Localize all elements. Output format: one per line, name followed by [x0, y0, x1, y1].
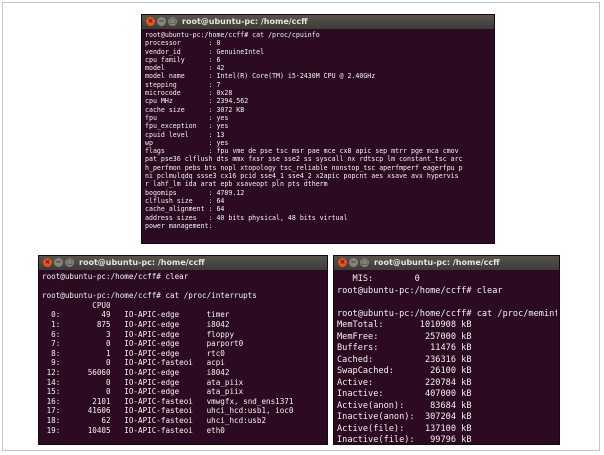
title-bar[interactable]: × − □ root@ubuntu-pc: /home/ccff [39, 256, 327, 270]
terminal-output[interactable]: root@ubuntu-pc:/home/ccff# clear root@ub… [42, 272, 325, 444]
terminal-line: bogomips : 4789.12 [145, 188, 245, 197]
window-title: root@ubuntu-pc: /home/ccff [79, 258, 205, 267]
terminal-line: 1: 875 IO-APIC-edge i8042 [42, 319, 230, 329]
terminal-line: 19: 10405 IO-APIC-fasteoi eth0 [42, 425, 225, 435]
terminal-line: Active: 220784 kB [337, 377, 472, 388]
title-bar[interactable]: × − □ root@ubuntu-pc: /home/ccff [334, 256, 559, 270]
terminal-line: root@ubuntu-pc:/home/ccff# cat /proc/cpu… [145, 31, 320, 39]
terminal-output[interactable]: root@ubuntu-pc:/home/ccff# cat /proc/cpu… [145, 31, 492, 243]
window-title: root@ubuntu-pc: /home/ccff [182, 17, 308, 26]
close-icon[interactable]: × [43, 258, 52, 267]
terminal-window-meminfo[interactable]: × − □ root@ubuntu-pc: /home/ccff MIS: 0 roo… [333, 255, 560, 445]
terminal-line: 8: 1 IO-APIC-edge rtc0 [42, 348, 225, 358]
terminal-line: 12: 56060 IO-APIC-edge i8042 [42, 367, 230, 377]
terminal-line: pat pse36 clflush dts mmx fxsr sse sse2 … [145, 155, 463, 164]
terminal-line: Active(file): 137100 kB [337, 423, 472, 434]
terminal-line: Buffers: 11476 kB [337, 343, 472, 353]
terminal-line: MemFree: 257000 kB [337, 331, 472, 342]
terminal-line: h_perfmon pebs bts nopl xtopology tsc_re… [145, 163, 463, 172]
terminal-line: MemTotal: 1010908 kB [337, 320, 472, 330]
terminal-line: fpu_exception : yes [145, 122, 229, 131]
terminal-line: SwapCached: 26100 kB [337, 366, 472, 376]
terminal-line: power management: [145, 221, 213, 230]
terminal-line: 14: 0 IO-APIC-edge ata_piix [42, 377, 244, 387]
terminal-line: Inactive(file): 99796 kB [337, 435, 472, 444]
terminal-line: Cached: 236316 kB [337, 354, 472, 365]
title-bar[interactable]: × − □ root@ubuntu-pc: /home/ccff [142, 15, 494, 29]
terminal-line: ni pclmulqdq ssse3 cx16 pcid sse4_1 sse4… [145, 172, 459, 181]
terminal-line: Active(anon): 83684 kB [337, 400, 472, 411]
terminal-line: cache_alignment : 64 [145, 205, 225, 214]
terminal-line: 16: 2101 IO-APIC-fasteoi vmwgfx, snd_ens… [42, 396, 294, 406]
maximize-icon[interactable]: □ [65, 258, 74, 267]
window-controls: × − □ [43, 258, 76, 268]
terminal-line: 9: 0 IO-APIC-fasteoi acpi [42, 358, 225, 368]
terminal-line: cpuid level : 13 [145, 130, 225, 139]
terminal-line: 17: 41606 IO-APIC-fasteoi uhci_hcd:usb1,… [42, 406, 294, 416]
terminal-line: 6: 3 IO-APIC-edge floppy [42, 329, 235, 339]
terminal-line: model name : Intel(R) Core(TM) i5-2430M … [145, 72, 376, 81]
terminal-line: CPU0 [42, 300, 111, 310]
terminal-line: microcode : 0x28 [145, 89, 233, 98]
terminal-line: flags : fpu vme de pse tsc msr pae mce c… [145, 147, 459, 156]
window-controls: × − □ [338, 258, 371, 268]
terminal-line: 15: 0 IO-APIC-edge ata_piix [42, 387, 244, 397]
terminal-line: root@ubuntu-pc:/home/ccff# clear [337, 285, 503, 296]
minimize-icon[interactable]: − [349, 258, 358, 267]
terminal-line: 0: 49 IO-APIC-edge timer [42, 310, 230, 320]
terminal-window-interrupts[interactable]: × − □ root@ubuntu-pc: /home/ccff root@ubun… [38, 255, 328, 445]
window-controls: × − □ [146, 17, 179, 27]
terminal-line: r lahf_lm ida arat epb xsaveopt pln pts … [145, 180, 328, 189]
minimize-icon[interactable]: − [54, 258, 63, 267]
terminal-line: address sizes : 40 bits physical, 48 bit… [145, 213, 348, 222]
terminal-line: fpu : yes [145, 113, 229, 122]
terminal-window-cpuinfo[interactable]: × − □ root@ubuntu-pc: /home/ccff root@ubun… [141, 14, 495, 244]
terminal-line: wp : yes [145, 138, 229, 147]
terminal-line: cpu family : 6 [145, 55, 221, 64]
maximize-icon[interactable]: □ [168, 17, 177, 26]
close-icon[interactable]: × [338, 258, 347, 267]
terminal-line: processor : 0 [145, 39, 221, 48]
window-title: root@ubuntu-pc: /home/ccff [374, 258, 500, 267]
terminal-line: stepping : 7 [145, 80, 221, 89]
terminal-line: vendor_id : GenuineIntel [145, 47, 265, 56]
terminal-output[interactable]: MIS: 0 root@ubuntu-pc:/home/ccff# clear r… [337, 274, 557, 444]
maximize-icon[interactable]: □ [360, 258, 369, 267]
terminal-line: root@ubuntu-pc:/home/ccff# cat /proc/mem… [337, 308, 557, 319]
terminal-line: clflush size : 64 [145, 196, 225, 205]
terminal-line: cache size : 3072 KB [145, 105, 245, 114]
terminal-line: 7: 0 IO-APIC-edge parport0 [42, 339, 244, 349]
terminal-line: root@ubuntu-pc:/home/ccff# clear [42, 272, 189, 281]
terminal-line: root@ubuntu-pc:/home/ccff# cat /proc/int… [42, 291, 257, 301]
terminal-line: MIS: 0 [337, 274, 420, 284]
close-icon[interactable]: × [146, 17, 155, 26]
terminal-line: 18: 62 IO-APIC-fasteoi uhci_hcd:usb2 [42, 415, 267, 425]
terminal-line: Inactive: 407000 kB [337, 389, 472, 399]
terminal-line: cpu MHz : 2394.562 [145, 97, 249, 106]
terminal-line: model : 42 [145, 64, 225, 73]
terminal-line: Inactive(anon): 307204 kB [337, 412, 472, 422]
minimize-icon[interactable]: − [157, 17, 166, 26]
